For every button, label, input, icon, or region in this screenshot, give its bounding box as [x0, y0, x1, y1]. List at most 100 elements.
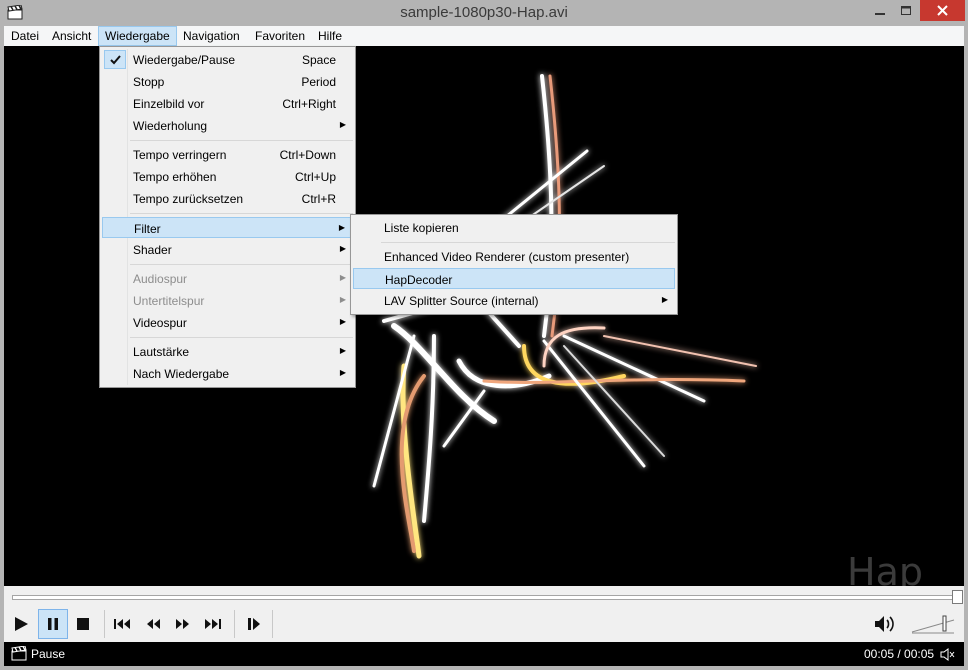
close-button[interactable] [920, 0, 965, 21]
pause-button[interactable] [38, 609, 68, 639]
menu-item-after-playback[interactable]: Nach Wiedergabe ▶ [102, 363, 353, 384]
menu-item-decrease-speed[interactable]: Tempo verringern Ctrl+Down [102, 144, 353, 165]
menu-item-label: Tempo erhöhen [133, 170, 217, 184]
submenu-arrow-icon: ▶ [339, 317, 346, 326]
menu-item-frame-step[interactable]: Einzelbild vor Ctrl+Right [102, 93, 353, 114]
stop-button[interactable] [68, 609, 98, 639]
submenu-arrow-icon: ▶ [339, 120, 346, 129]
pause-icon [48, 618, 58, 630]
menu-item-shortcut: Ctrl+Down [279, 148, 336, 162]
title-bar[interactable]: sample-1080p30-Hap.avi [0, 0, 968, 26]
submenu-item-label: Liste kopieren [384, 221, 459, 235]
skip-next-icon [205, 619, 221, 629]
time-display: 00:05 / 00:05 [864, 647, 935, 661]
separator [272, 610, 273, 638]
next-button[interactable] [198, 609, 228, 639]
menu-wiedergabe[interactable]: Wiedergabe [98, 26, 177, 46]
menu-hilfe[interactable]: Hilfe [312, 27, 348, 45]
close-icon [937, 5, 948, 16]
filter-submenu: Liste kopieren Enhanced Video Renderer (… [350, 214, 678, 315]
menu-item-label: Lautstärke [133, 345, 190, 359]
maximize-icon [901, 5, 911, 15]
menu-item-audio-track: Audiospur ▶ [102, 268, 353, 289]
submenu-item-hapdecoder[interactable]: HapDecoder [353, 268, 675, 289]
menu-item-label: Nach Wiedergabe [133, 367, 230, 381]
menu-item-shortcut: Ctrl+Up [294, 170, 336, 184]
volume-button[interactable] [870, 609, 900, 639]
stop-icon [77, 618, 89, 630]
submenu-item-evr[interactable]: Enhanced Video Renderer (custom presente… [353, 246, 675, 267]
rewind-button[interactable] [138, 609, 168, 639]
fast-forward-icon [176, 619, 189, 629]
play-icon [15, 617, 28, 631]
playback-state: Pause [31, 647, 66, 661]
separator [234, 610, 235, 638]
submenu-arrow-icon: ▶ [339, 346, 346, 355]
clapperboard-icon [11, 646, 27, 661]
volume-slider[interactable] [910, 612, 960, 636]
menu-separator [130, 140, 353, 141]
status-bar: Pause 00:05 / 00:05 [4, 642, 964, 666]
menu-item-label: Wiedergabe/Pause [133, 53, 236, 67]
menu-separator [130, 264, 353, 265]
submenu-arrow-icon: ▶ [339, 368, 346, 377]
menu-item-volume[interactable]: Lautstärke ▶ [102, 341, 353, 362]
watermark-title: Hap [847, 550, 923, 586]
submenu-arrow-icon: ▶ [339, 273, 346, 282]
menu-item-play-pause[interactable]: Wiedergabe/Pause Space [102, 49, 353, 70]
menu-navigation[interactable]: Navigation [177, 27, 246, 45]
seek-thumb[interactable] [952, 590, 963, 604]
menu-item-repeat[interactable]: Wiederholung ▶ [102, 115, 353, 136]
window-title: sample-1080p30-Hap.avi [400, 4, 568, 21]
menu-favoriten[interactable]: Favoriten [249, 27, 311, 45]
menu-item-label: Stopp [133, 75, 165, 89]
minimize-icon [874, 12, 885, 15]
menu-item-shortcut: Ctrl+Right [282, 97, 336, 111]
menu-item-reset-speed[interactable]: Tempo zurücksetzen Ctrl+R [102, 188, 353, 209]
previous-button[interactable] [107, 609, 137, 639]
menu-item-stop[interactable]: Stopp Period [102, 71, 353, 92]
menu-item-shortcut: Period [301, 75, 336, 89]
menu-item-label: Audiospur [133, 272, 188, 286]
player-window: sample-1080p30-Hap.avi Datei Ansicht Wie… [0, 0, 968, 670]
submenu-item-lav-splitter[interactable]: LAV Splitter Source (internal) ▶ [353, 290, 675, 311]
submenu-arrow-icon: ▶ [339, 244, 346, 253]
menu-item-shader[interactable]: Shader ▶ [102, 239, 353, 260]
fast-forward-button[interactable] [168, 609, 198, 639]
menu-item-subtitle-track: Untertitelspur ▶ [102, 290, 353, 311]
seek-track[interactable] [12, 595, 958, 600]
playback-menu: Wiedergabe/Pause Space Stopp Period Einz… [99, 46, 356, 388]
menu-ansicht[interactable]: Ansicht [46, 27, 97, 45]
menu-item-shortcut: Space [301, 53, 336, 67]
speaker-muted-icon[interactable] [940, 648, 956, 661]
minimize-button[interactable] [866, 0, 893, 21]
submenu-arrow-icon: ▶ [339, 295, 346, 304]
menu-bar: Datei Ansicht Wiedergabe Navigation Favo… [4, 26, 964, 46]
submenu-arrow-icon: ▶ [661, 295, 668, 304]
rewind-icon [147, 619, 160, 629]
menu-item-shortcut: Ctrl+R [301, 192, 336, 206]
seek-panel [4, 586, 964, 606]
submenu-item-label: LAV Splitter Source (internal) [384, 294, 539, 308]
frame-step-icon [248, 618, 260, 630]
menu-separator [381, 242, 675, 243]
frame-step-button[interactable] [239, 609, 269, 639]
menu-separator [130, 213, 353, 214]
speaker-icon [875, 616, 894, 632]
separator [104, 610, 105, 638]
menu-datei[interactable]: Datei [5, 27, 45, 45]
menu-item-label: Untertitelspur [133, 294, 205, 308]
submenu-item-copy-list[interactable]: Liste kopieren [353, 217, 675, 238]
submenu-item-label: Enhanced Video Renderer (custom presente… [384, 250, 630, 264]
playback-controls [4, 606, 964, 642]
menu-item-label: Videospur [133, 316, 187, 330]
menu-item-increase-speed[interactable]: Tempo erhöhen Ctrl+Up [102, 166, 353, 187]
maximize-button[interactable] [893, 0, 920, 21]
menu-item-label: Einzelbild vor [133, 97, 205, 111]
checkmark-icon [104, 50, 126, 69]
play-button[interactable] [6, 609, 36, 639]
menu-item-video-track[interactable]: Videospur ▶ [102, 312, 353, 333]
menu-item-filter[interactable]: Filter ▶ [102, 217, 353, 238]
submenu-arrow-icon: ▶ [338, 223, 345, 232]
menu-item-label: Wiederholung [133, 119, 208, 133]
